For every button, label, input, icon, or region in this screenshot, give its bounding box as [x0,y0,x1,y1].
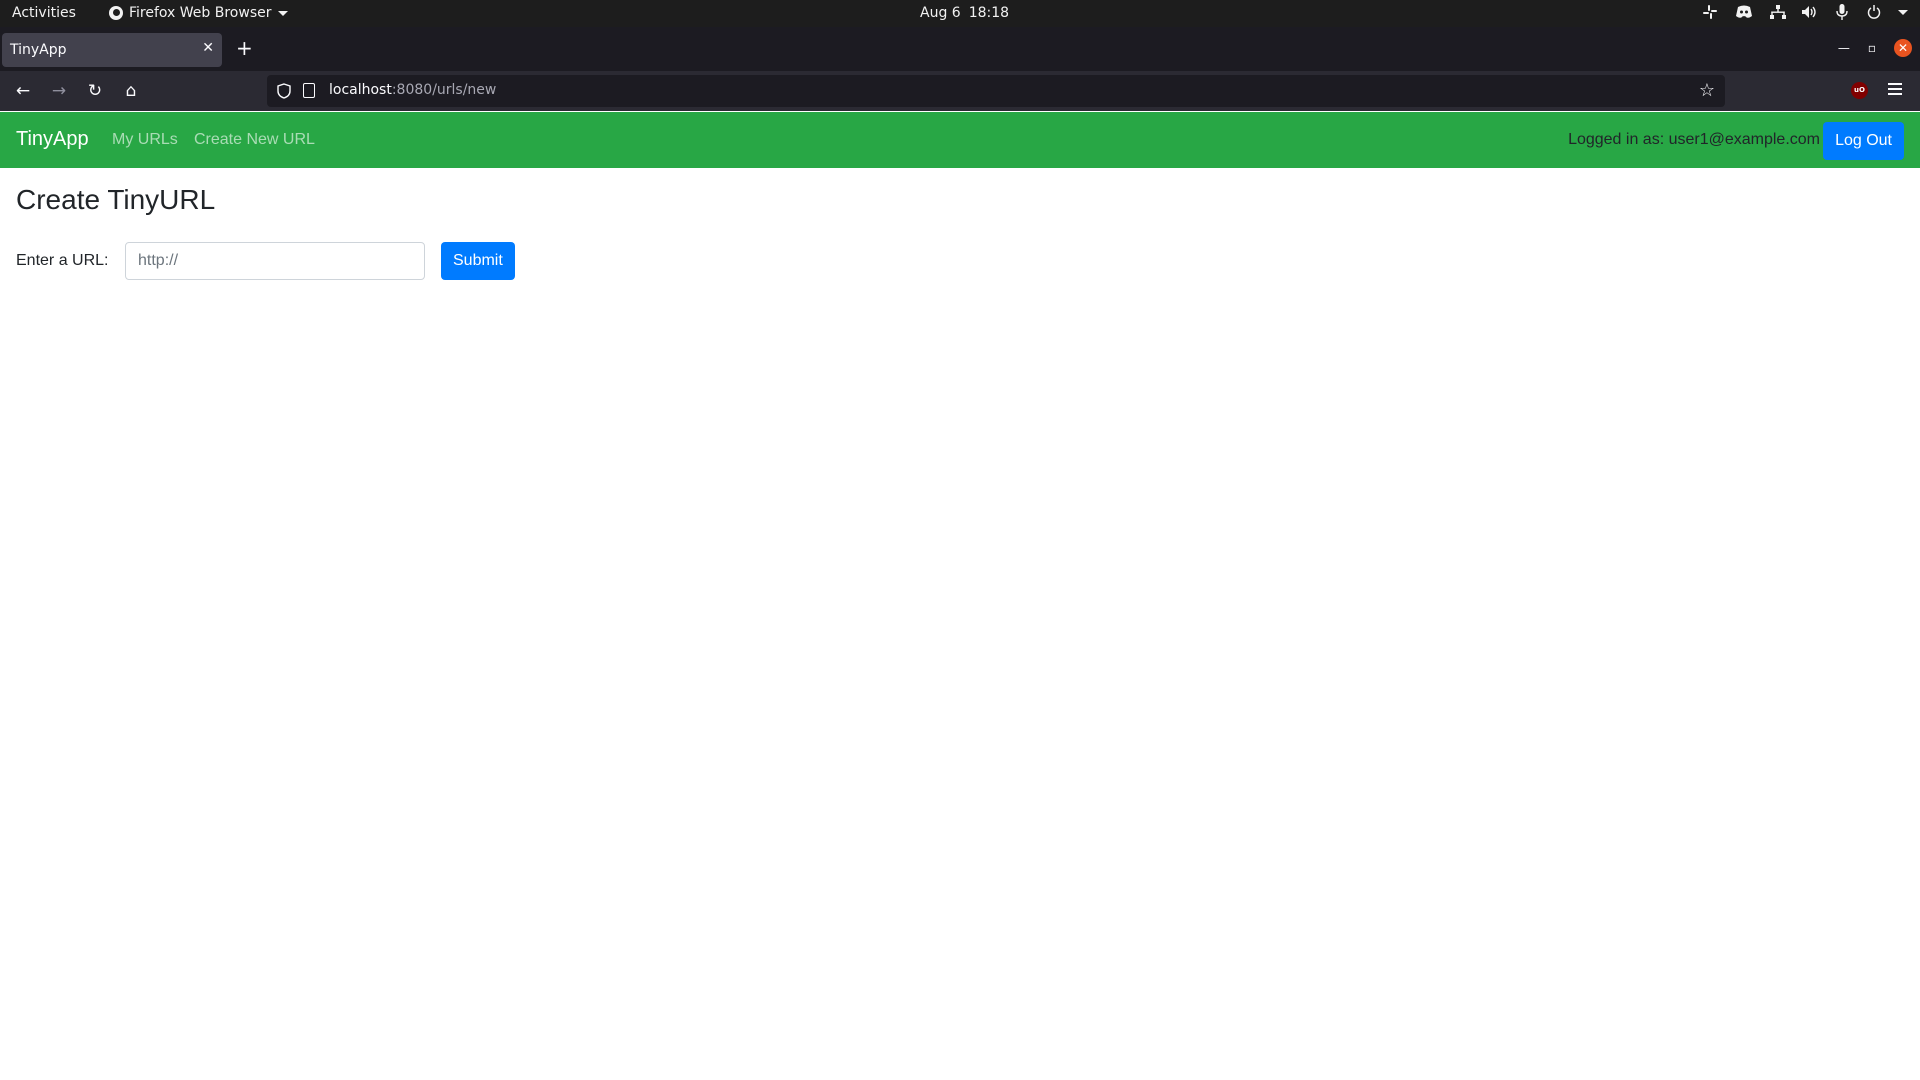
create-url-form: Enter a URL: Submit [16,242,616,282]
app-menu[interactable]: Firefox Web Browser [109,5,288,21]
browser-toolbar: ← → ↻ ⌂ localhost:8080/urls/new ☆ uO [0,71,1920,111]
app-menu-label: Firefox Web Browser [129,5,272,21]
tab-title: TinyApp [10,42,67,58]
activities-button[interactable]: Activities [12,5,76,21]
reload-icon[interactable]: ↻ [85,81,105,101]
power-icon[interactable] [1866,4,1882,20]
tab-strip: TinyApp ✕ + — ▫ ✕ [0,27,1920,71]
site-navbar: TinyApp My URLs Create New URL Logged in… [0,112,1920,168]
system-top-bar: Activities Firefox Web Browser Aug 6 18:… [0,0,1920,27]
minimize-icon[interactable]: — [1838,41,1850,55]
url-label: Enter a URL: [16,252,109,269]
network-icon[interactable] [1770,4,1786,20]
chevron-down-icon[interactable] [1898,9,1908,15]
url-path: :8080/urls/new [391,82,497,98]
tab-tinyapp[interactable]: TinyApp ✕ [2,33,222,67]
new-tab-button[interactable]: + [236,38,253,58]
firefox-icon [109,6,123,20]
nav-link-create-new-url[interactable]: Create New URL [194,131,315,149]
clock-time: 18:18 [968,5,1010,21]
close-icon[interactable]: ✕ [202,40,214,56]
page-title: Create TinyURL [16,184,216,215]
discord-icon[interactable] [1734,4,1754,20]
clock[interactable]: Aug 6 18:18 [920,5,1009,21]
logged-in-status: Logged in as: user1@example.com [1568,131,1820,148]
volume-icon[interactable] [1802,4,1818,20]
clock-date: Aug 6 [920,5,961,21]
microphone-icon[interactable] [1834,4,1850,20]
system-tray[interactable] [1702,4,1908,20]
address-bar[interactable]: localhost:8080/urls/new ☆ [267,75,1725,107]
ublock-origin-icon[interactable]: uO [1851,82,1868,99]
window-controls: — ▫ ✕ [1838,39,1912,57]
hamburger-menu-icon[interactable] [1888,83,1902,98]
submit-button[interactable]: Submit [441,242,515,280]
url-host: localhost [329,82,392,98]
chevron-down-icon [277,10,288,16]
url-text[interactable]: localhost:8080/urls/new [329,82,496,98]
bookmark-star-icon[interactable]: ☆ [1699,80,1715,101]
main-content: Create TinyURL Enter a URL: Submit [16,168,515,280]
shield-icon[interactable] [277,83,291,99]
site-brand[interactable]: TinyApp [16,128,89,151]
forward-arrow-icon[interactable]: → [49,81,69,101]
slack-icon[interactable] [1702,4,1718,20]
back-arrow-icon[interactable]: ← [13,81,33,101]
home-icon[interactable]: ⌂ [121,81,141,101]
restore-icon[interactable]: ▫ [1868,41,1876,55]
nav-link-my-urls[interactable]: My URLs [112,131,178,149]
logout-button[interactable]: Log Out [1823,122,1904,160]
window-close-icon[interactable]: ✕ [1894,39,1912,57]
page-icon[interactable] [303,83,315,98]
long-url-input[interactable] [125,242,425,280]
